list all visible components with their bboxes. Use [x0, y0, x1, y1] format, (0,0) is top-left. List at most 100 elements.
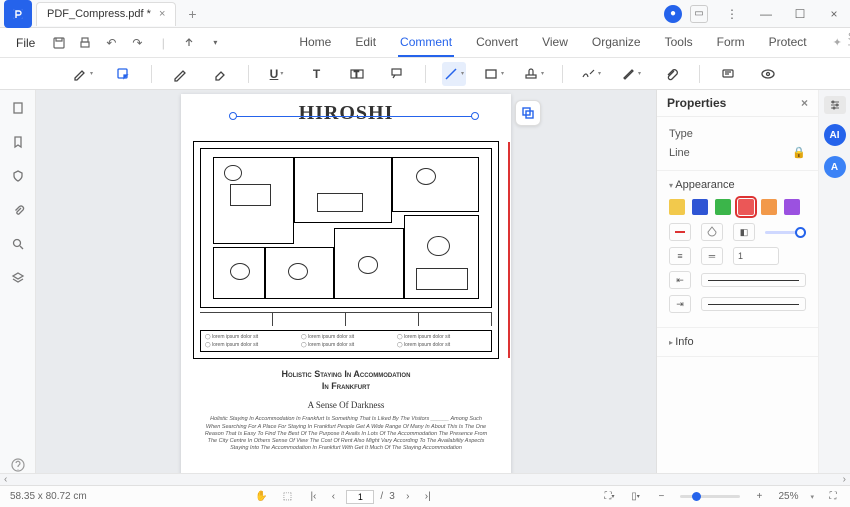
save-icon[interactable] — [51, 35, 67, 51]
horizontal-scrollbar[interactable]: ‹ › — [0, 473, 850, 485]
thumbnails-icon[interactable] — [10, 100, 26, 116]
callout-icon[interactable] — [385, 62, 409, 86]
undo-icon[interactable]: ↶ — [103, 35, 119, 51]
opacity-icon[interactable]: ◧ — [733, 223, 755, 241]
close-icon[interactable]: × — [159, 8, 165, 20]
stamp-icon[interactable]: ▾ — [522, 62, 546, 86]
tab-convert[interactable]: Convert — [474, 29, 520, 57]
line-start-preview[interactable] — [701, 273, 806, 287]
line-end-preview[interactable] — [701, 297, 806, 311]
rectangle-icon[interactable]: ▾ — [482, 62, 506, 86]
hand-tool-icon[interactable]: ✋ — [254, 490, 268, 504]
tab-tools[interactable]: Tools — [663, 29, 695, 57]
tab-protect[interactable]: Protect — [767, 29, 809, 57]
color-swatch-3[interactable] — [738, 199, 754, 215]
pencil-icon[interactable] — [168, 62, 192, 86]
info-section[interactable]: Info — [669, 336, 806, 348]
more-icon[interactable]: ⋮ — [716, 0, 748, 28]
annotation-handle-left[interactable] — [229, 112, 237, 120]
ai-tab-icon[interactable]: AI — [824, 124, 846, 146]
line-start-icon[interactable]: ⇤ — [669, 271, 691, 289]
color-swatch-4[interactable] — [761, 199, 777, 215]
note-icon[interactable] — [111, 62, 135, 86]
fullscreen-icon[interactable]: ⛶ — [826, 490, 840, 504]
color-swatch-2[interactable] — [715, 199, 731, 215]
chevron-down-icon[interactable]: ▾ — [207, 35, 223, 51]
underline-icon[interactable]: U▾ — [265, 62, 289, 86]
prev-page-icon[interactable]: ‹ — [326, 490, 340, 504]
color-swatch-1[interactable] — [692, 199, 708, 215]
select-tool-icon[interactable]: ⬚ — [280, 490, 294, 504]
close-button[interactable]: × — [818, 0, 850, 28]
file-menu[interactable]: File — [8, 32, 43, 54]
panel-close-icon[interactable]: × — [801, 96, 808, 110]
first-page-icon[interactable]: |‹ — [306, 490, 320, 504]
annotation-handle-right[interactable] — [471, 112, 479, 120]
next-page-icon[interactable]: › — [401, 490, 415, 504]
zoom-slider[interactable] — [680, 495, 740, 498]
color-swatch-5[interactable] — [784, 199, 800, 215]
redo-icon[interactable]: ↷ — [129, 35, 145, 51]
help-icon[interactable] — [10, 457, 26, 473]
tab-comment[interactable]: Comment — [398, 29, 454, 57]
zoom-dropdown-icon[interactable]: ▾ — [810, 493, 814, 501]
comment-toolbar: ▾ U▾ T T ▾ ▾ ▾ ▾ ▾ — [0, 58, 850, 90]
eraser-icon[interactable] — [208, 62, 232, 86]
maximize-button[interactable]: ☐ — [784, 0, 816, 28]
lock-icon[interactable]: 🔒 — [792, 146, 806, 159]
print-icon[interactable] — [77, 35, 93, 51]
attachments-icon[interactable] — [10, 202, 26, 218]
line-annotation[interactable] — [233, 116, 475, 117]
tab-form[interactable]: Form — [715, 29, 747, 57]
bookmarks-icon[interactable] — [10, 134, 26, 150]
thickness-input[interactable] — [733, 247, 779, 265]
line-style-icon[interactable]: ≡ — [669, 247, 691, 265]
scroll-left-icon[interactable]: ‹ — [4, 474, 7, 485]
page-total: 3 — [389, 491, 395, 502]
textbox-icon[interactable]: T — [345, 62, 369, 86]
hide-comments-icon[interactable] — [756, 62, 780, 86]
attachment-icon[interactable] — [659, 62, 683, 86]
tab-home[interactable]: Home — [297, 29, 333, 57]
line-tool-icon[interactable]: ▾ — [442, 62, 466, 86]
minimize-button[interactable]: — — [750, 0, 782, 28]
window-compact-icon[interactable]: ▭ — [690, 5, 708, 23]
document-canvas[interactable]: HIROSHI — [36, 90, 656, 485]
line-weight-icon[interactable]: ═ — [701, 247, 723, 265]
stroke-color-icon[interactable] — [669, 223, 691, 241]
highlighter-icon[interactable]: ▾ — [71, 62, 95, 86]
comments-list-icon[interactable] — [716, 62, 740, 86]
line-end-icon[interactable]: ⇥ — [669, 295, 691, 313]
settings-tab-icon[interactable] — [824, 96, 846, 114]
appearance-section[interactable]: Appearance — [669, 179, 806, 191]
search-tools[interactable]: ✦ Search Tools — [833, 31, 850, 55]
layers-icon[interactable] — [10, 270, 26, 286]
scroll-right-icon[interactable]: › — [843, 474, 846, 485]
text-icon[interactable]: T — [305, 62, 329, 86]
zoom-out-icon[interactable]: − — [654, 490, 668, 504]
single-page-icon[interactable]: ▯▾ — [628, 490, 642, 504]
fill-color-icon[interactable] — [701, 223, 723, 241]
security-icon[interactable] — [10, 168, 26, 184]
panel-title: Properties — [667, 96, 726, 110]
signature-icon[interactable]: ▾ — [579, 62, 603, 86]
fit-width-icon[interactable]: ⛶▾ — [602, 490, 616, 504]
tab-organize[interactable]: Organize — [590, 29, 643, 57]
annotation-action-icon[interactable] — [515, 100, 541, 126]
assistant-tab-icon[interactable]: A — [824, 156, 846, 178]
user-badge-icon[interactable]: ● — [664, 5, 682, 23]
last-page-icon[interactable]: ›| — [421, 490, 435, 504]
tab-view[interactable]: View — [540, 29, 570, 57]
document-body: Holistic Staying In Accommodation In Fra… — [193, 416, 499, 452]
search-icon[interactable] — [10, 236, 26, 252]
pen-icon[interactable]: ▾ — [619, 62, 643, 86]
page-input[interactable] — [346, 490, 374, 504]
share-icon[interactable] — [181, 35, 197, 51]
zoom-in-icon[interactable]: + — [752, 490, 766, 504]
tab-title: PDF_Compress.pdf * — [47, 8, 151, 20]
color-swatch-0[interactable] — [669, 199, 685, 215]
tab-edit[interactable]: Edit — [353, 29, 378, 57]
opacity-slider[interactable] — [765, 231, 806, 234]
document-tab[interactable]: PDF_Compress.pdf * × — [36, 2, 176, 26]
new-tab-button[interactable]: + — [182, 6, 202, 22]
